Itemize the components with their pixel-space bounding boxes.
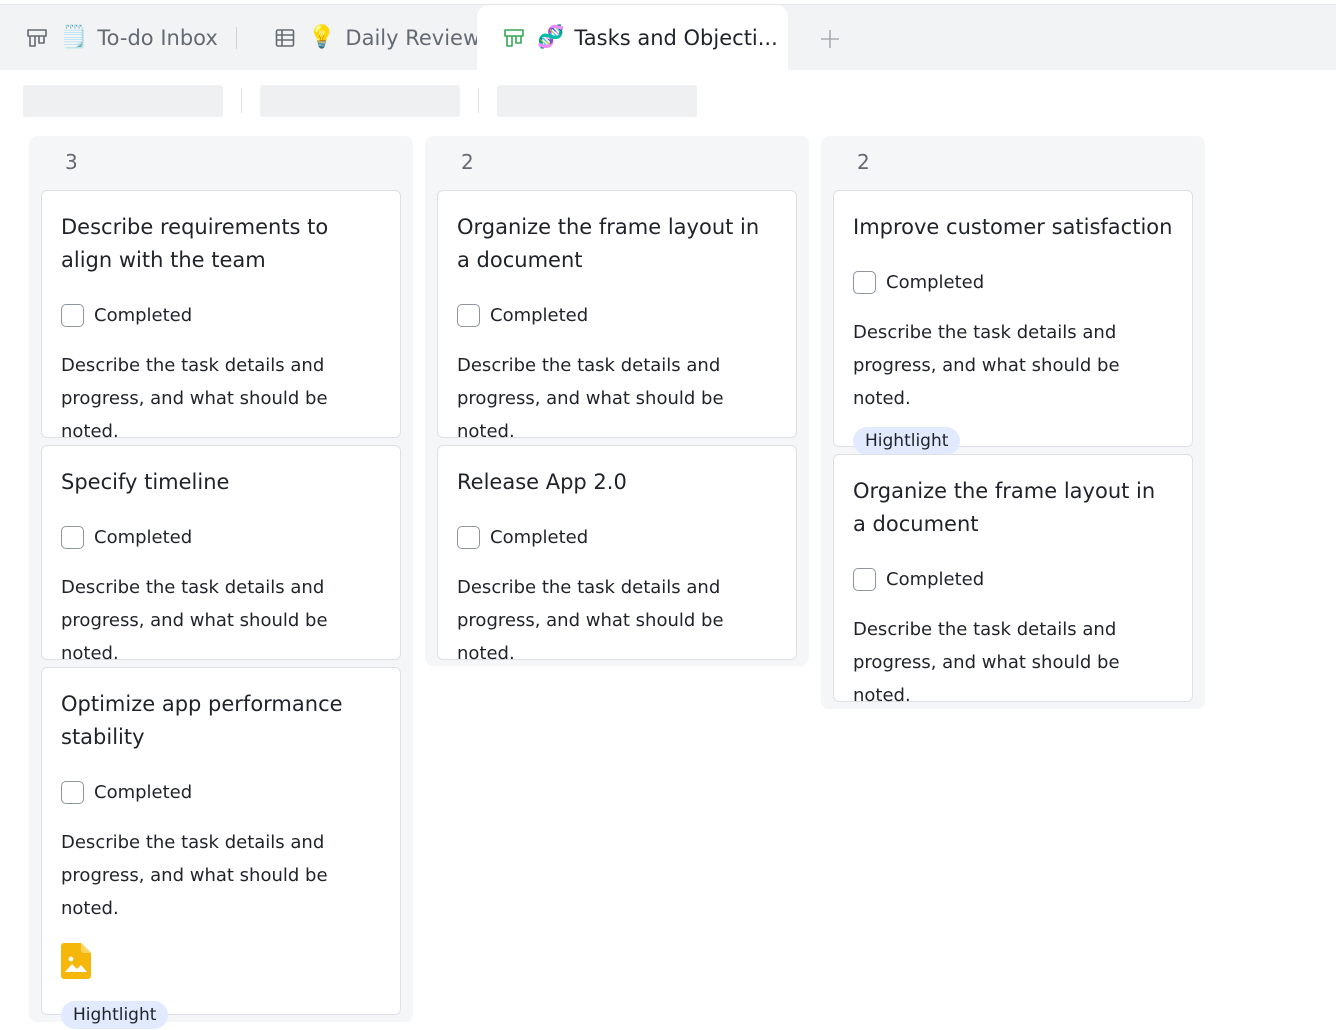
card-title: Specify timeline xyxy=(61,470,230,494)
dna-emoji-icon: 🧬 xyxy=(537,25,565,50)
completed-label: Completed xyxy=(94,781,193,803)
board-column: 2 Improve customer satisfaction Complete… xyxy=(821,136,1205,709)
task-card[interactable]: Organize the frame layout in a document … xyxy=(833,454,1193,706)
tab-divider xyxy=(236,27,237,49)
tab-label: Daily Review xyxy=(345,26,481,50)
card-description: Describe the task details and progress, … xyxy=(61,355,328,442)
completed-checkbox-row[interactable]: Completed xyxy=(853,565,1173,593)
tab-tasks-and-objectives[interactable]: 🧬 Tasks and Objecti... xyxy=(477,5,788,71)
card-description: Describe the task details and progress, … xyxy=(61,577,328,664)
completed-checkbox[interactable] xyxy=(457,525,480,549)
completed-label: Completed xyxy=(886,568,985,590)
column-count: 2 xyxy=(461,150,474,174)
toolbar-placeholder xyxy=(497,85,697,117)
completed-label: Completed xyxy=(94,526,193,548)
column-count: 3 xyxy=(65,150,78,174)
completed-checkbox-row[interactable]: Completed xyxy=(61,301,381,329)
completed-label: Completed xyxy=(886,271,985,293)
completed-checkbox[interactable] xyxy=(61,303,84,327)
card-title: Organize the frame layout in a document xyxy=(457,215,760,272)
completed-checkbox-row[interactable]: Completed xyxy=(61,778,381,806)
lightbulb-emoji-icon: 💡 xyxy=(308,25,336,50)
task-card[interactable]: Optimize app performance stability Compl… xyxy=(41,667,401,1029)
plus-icon xyxy=(821,30,839,48)
tab-label: Tasks and Objecti... xyxy=(574,26,778,50)
completed-checkbox-row[interactable]: Completed xyxy=(457,301,777,329)
board-column: 3 Describe requirements to align with th… xyxy=(29,136,413,1029)
kanban-icon xyxy=(501,25,527,51)
completed-checkbox-row[interactable]: Completed xyxy=(61,523,381,551)
card-description: Describe the task details and progress, … xyxy=(457,355,724,442)
tab-bar: 🗒️ To-do Inbox 💡 Daily Review 🧬 Tasks an… xyxy=(0,4,1336,71)
tab-label: To-do Inbox xyxy=(97,26,218,50)
grid-table-icon xyxy=(272,25,298,51)
completed-checkbox[interactable] xyxy=(853,270,876,294)
task-card[interactable]: Release App 2.0 Completed Describe the t… xyxy=(437,445,797,664)
task-card[interactable]: Organize the frame layout in a document … xyxy=(437,190,797,442)
task-card[interactable]: Describe requirements to align with the … xyxy=(41,190,401,442)
card-title: Release App 2.0 xyxy=(457,470,627,494)
kanban-icon xyxy=(24,25,50,51)
completed-label: Completed xyxy=(490,304,589,326)
card-title: Improve customer satisfaction xyxy=(853,215,1173,239)
tab-todo-inbox[interactable]: 🗒️ To-do Inbox xyxy=(24,5,218,71)
highlight-tag: Hightlight xyxy=(853,427,961,455)
card-title: Describe requirements to align with the … xyxy=(61,215,329,272)
completed-label: Completed xyxy=(490,526,589,548)
card-title: Organize the frame layout in a document xyxy=(853,479,1156,536)
card-description: Describe the task details and progress, … xyxy=(853,322,1120,409)
completed-checkbox[interactable] xyxy=(853,567,876,591)
card-title: Optimize app performance stability xyxy=(61,692,343,749)
column-count: 2 xyxy=(857,150,870,174)
board-column: 2 Organize the frame layout in a documen… xyxy=(425,136,809,666)
card-description: Describe the task details and progress, … xyxy=(853,619,1120,706)
completed-checkbox[interactable] xyxy=(61,525,84,549)
toolbar-placeholder xyxy=(23,85,223,117)
completed-checkbox[interactable] xyxy=(457,303,480,327)
completed-checkbox[interactable] xyxy=(61,780,84,804)
completed-label: Completed xyxy=(94,304,193,326)
toolbar-placeholder xyxy=(260,85,460,117)
task-card[interactable]: Specify timeline Completed Describe the … xyxy=(41,445,401,664)
image-file-icon[interactable] xyxy=(61,943,91,979)
tab-daily-review[interactable]: 💡 Daily Review xyxy=(272,5,480,71)
add-tab-button[interactable] xyxy=(814,23,846,55)
completed-checkbox-row[interactable]: Completed xyxy=(853,268,1173,296)
toolbar-divider xyxy=(241,89,242,113)
card-description: Describe the task details and progress, … xyxy=(61,832,328,919)
highlight-tag: Hightlight xyxy=(61,1001,169,1029)
completed-checkbox-row[interactable]: Completed xyxy=(457,523,777,551)
card-description: Describe the task details and progress, … xyxy=(457,577,724,664)
notepad-emoji-icon: 🗒️ xyxy=(60,25,88,50)
toolbar-divider xyxy=(478,89,479,113)
task-card[interactable]: Improve customer satisfaction Completed … xyxy=(833,190,1193,455)
